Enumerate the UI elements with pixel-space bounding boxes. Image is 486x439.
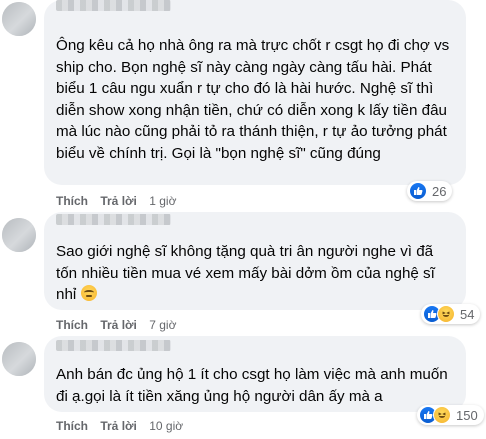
comment-actions: Thích Trả lời 7 giờ <box>56 318 185 332</box>
timestamp[interactable]: 10 giờ <box>149 419 183 433</box>
timestamp[interactable]: 1 giờ <box>149 194 176 208</box>
reply-link[interactable]: Trả lời <box>100 318 137 332</box>
like-link[interactable]: Thích <box>56 318 88 332</box>
comment-bubble: Anh bán đc ủng hộ 1 ít cho csgt họ làm v… <box>44 336 466 412</box>
comment-text: Sao giới nghệ sĩ không tặng quà tri ân n… <box>56 241 454 306</box>
reply-link[interactable]: Trả lời <box>100 419 137 433</box>
reaction-summary[interactable]: 26 <box>407 181 453 201</box>
reaction-count: 150 <box>456 407 478 423</box>
reaction-count: 26 <box>432 183 447 199</box>
reaction-summary[interactable]: 54 <box>421 304 481 324</box>
sweat-smile-emoji-icon <box>80 285 97 301</box>
comment-bubble: Ông kêu cả họ nhà ông ra mà trực chốt r … <box>44 0 466 185</box>
haha-icon <box>437 305 455 323</box>
reply-link[interactable]: Trả lời <box>100 194 137 208</box>
avatar[interactable] <box>2 2 36 36</box>
reaction-count: 54 <box>460 306 475 322</box>
author-name-blurred[interactable] <box>56 214 171 225</box>
comment-bubble: Sao giới nghệ sĩ không tặng quà tri ân n… <box>44 212 466 310</box>
comment-text-content: Sao giới nghệ sĩ không tặng quà tri ân n… <box>56 243 435 303</box>
timestamp[interactable]: 7 giờ <box>149 318 176 332</box>
comment-text: Ông kêu cả họ nhà ông ra mà trực chốt r … <box>56 37 450 162</box>
comment-text: Anh bán đc ủng hộ 1 ít cho csgt họ làm v… <box>56 366 448 405</box>
like-link[interactable]: Thích <box>56 419 88 433</box>
reaction-summary[interactable]: 150 <box>417 405 484 425</box>
author-name-blurred[interactable] <box>56 340 171 351</box>
like-icon <box>409 182 427 200</box>
haha-icon <box>433 406 451 424</box>
comment-actions: Thích Trả lời 1 giờ <box>56 194 185 208</box>
avatar[interactable] <box>2 218 36 252</box>
avatar[interactable] <box>2 342 36 376</box>
author-name-blurred[interactable] <box>56 0 171 11</box>
like-link[interactable]: Thích <box>56 194 88 208</box>
comment-actions: Thích Trả lời 10 giờ <box>56 419 192 433</box>
